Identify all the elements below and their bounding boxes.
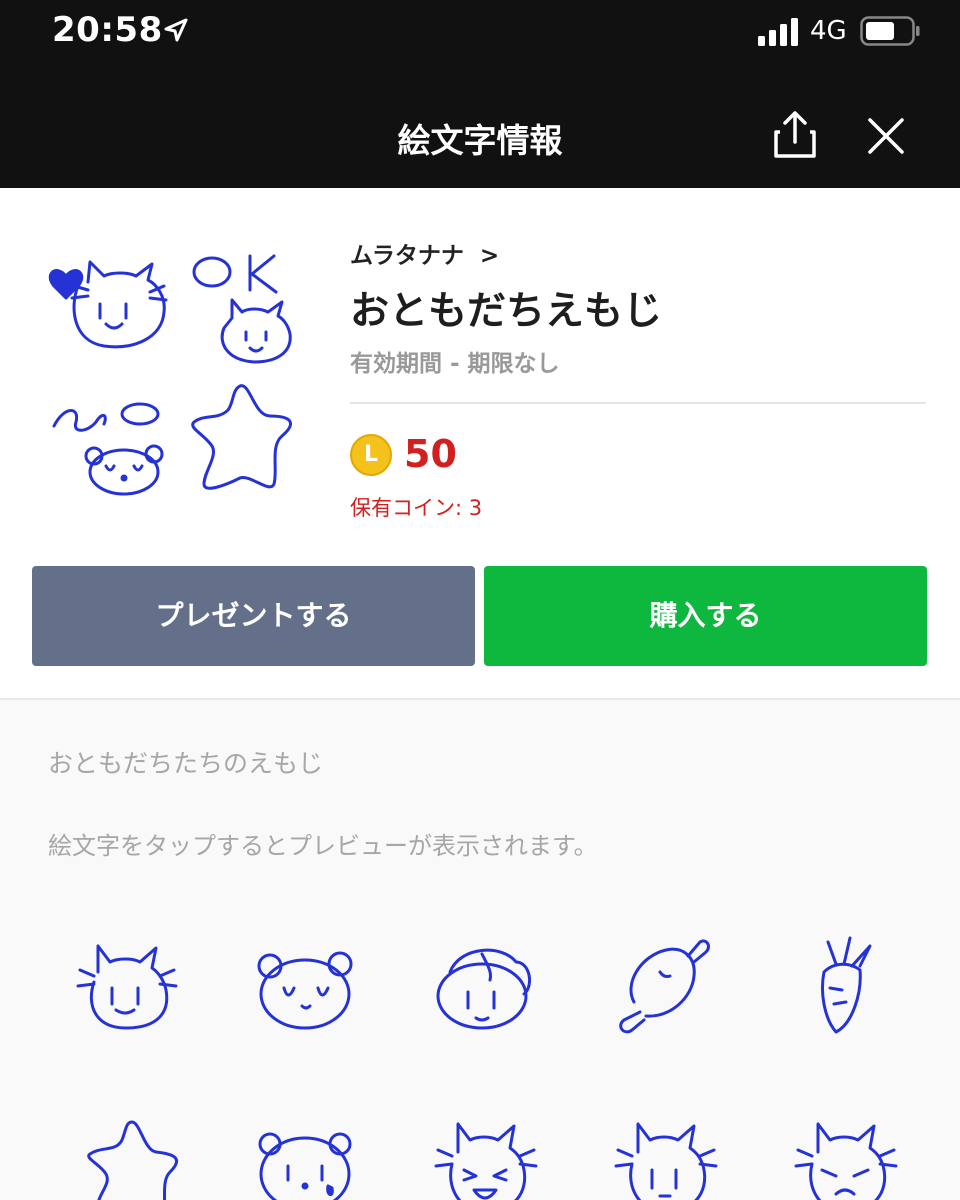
chevron-right-icon: > (471, 243, 500, 269)
emoji-shy-cat[interactable] (610, 1112, 720, 1200)
emoji-laughing-cat[interactable] (430, 1112, 540, 1200)
nav-bar: 絵文字情報 (0, 70, 960, 188)
product-title: おともだちえもじ (350, 289, 663, 334)
coin-letter: L (363, 442, 379, 467)
preview-hint: 絵文字をタップするとプレビューが表示されます。 (48, 832, 598, 860)
buy-button[interactable]: 購入する (484, 566, 927, 666)
emoji-list-section: おともだちたちのえもじ 絵文字をタップするとプレビューが表示されます。 (0, 700, 960, 1200)
emoji-cat-face[interactable] (70, 932, 180, 1042)
emoji-crying-bear[interactable] (250, 1112, 360, 1200)
divider (350, 402, 926, 404)
emoji-carrot[interactable] (790, 932, 900, 1042)
network-type: 4G (810, 16, 847, 46)
emoji-pack-thumbnail (48, 254, 292, 496)
author-name: ムラタナナ (350, 243, 464, 269)
product-summary: ムラタナナ > おともだちえもじ 有効期間 - 期限なし L 50 保有コイン:… (0, 188, 960, 698)
location-arrow-icon (164, 18, 188, 42)
emoji-meat[interactable] (610, 932, 720, 1042)
emoji-squint-cat[interactable] (790, 1112, 900, 1200)
line-coin-icon: L (350, 434, 392, 476)
share-icon[interactable] (772, 110, 818, 160)
emoji-bear-face[interactable] (250, 932, 360, 1042)
battery-icon (860, 16, 920, 46)
status-time: 20:58 (52, 10, 163, 50)
close-icon[interactable] (864, 114, 908, 158)
validity-period: 有効期間 - 期限なし (350, 351, 560, 377)
section-title: おともだちたちのえもじ (48, 749, 324, 778)
author-link[interactable]: ムラタナナ > (350, 236, 499, 270)
status-bar: 20:58 4G (0, 0, 960, 70)
price: 50 (404, 432, 457, 476)
emoji-bunny-face[interactable] (430, 932, 540, 1042)
gift-button[interactable]: プレゼントする (32, 566, 475, 666)
emoji-star[interactable] (80, 1112, 190, 1200)
owned-coins: 保有コイン: 3 (350, 496, 483, 520)
signal-icon (758, 18, 798, 46)
